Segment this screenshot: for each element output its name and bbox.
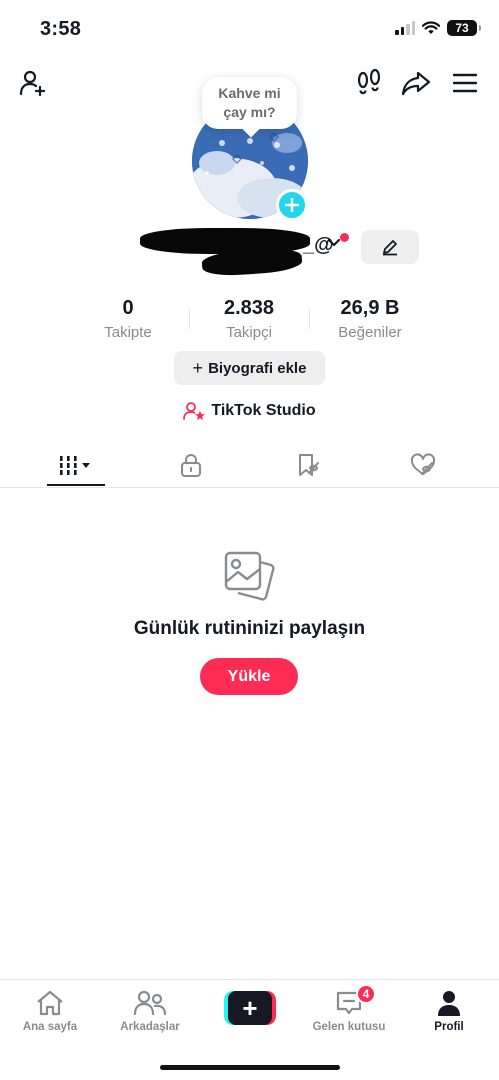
edit-profile-button[interactable]: [361, 230, 419, 264]
plus-glyph: +: [192, 357, 204, 378]
notification-dot: [340, 233, 349, 242]
create-button[interactable]: +: [224, 991, 276, 1025]
create-plus-icon: +: [228, 991, 272, 1025]
add-bio-label: Biyografi ekle: [208, 359, 307, 377]
followers-count: 2.838: [223, 297, 275, 319]
nav-inbox-label: Gelen kutusu: [312, 1021, 386, 1033]
menu-button[interactable]: [448, 66, 482, 100]
nav-profile[interactable]: Profil: [399, 988, 499, 1033]
pencil-icon: [383, 240, 397, 256]
hamburger-icon: [452, 73, 478, 93]
wifi-icon: [422, 21, 440, 34]
tiktok-studio-link[interactable]: TikTok Studio: [0, 401, 499, 421]
lock-icon: [181, 454, 201, 477]
plus-icon: [285, 198, 299, 212]
share-icon: [401, 71, 431, 96]
tab-saved[interactable]: [278, 444, 338, 486]
battery-icon: 73: [447, 20, 481, 36]
status-time: 3:58: [40, 18, 82, 40]
content-tabs: [0, 444, 499, 488]
note-bubble[interactable]: Kahve mi çay mı?: [202, 77, 297, 129]
nav-friends-label: Arkadaşlar: [120, 1021, 180, 1033]
share-profile-button[interactable]: [399, 66, 433, 100]
nav-friends[interactable]: Arkadaşlar: [100, 988, 200, 1033]
stat-divider: [189, 309, 190, 329]
profile-views-button[interactable]: [352, 66, 386, 100]
active-tab-indicator: [47, 484, 105, 486]
followers-stat[interactable]: 2.838 Takipçi: [204, 297, 294, 341]
profile-icon: [438, 991, 460, 1016]
liked-icon: [410, 453, 436, 475]
nav-home-label: Ana sayfa: [22, 1021, 78, 1033]
status-icons: 73: [395, 20, 481, 36]
chevron-down-icon: [327, 238, 341, 247]
add-story-button[interactable]: [276, 189, 308, 221]
following-label: Takipte: [104, 324, 152, 341]
nav-profile-label: Profil: [434, 1021, 464, 1033]
home-indicator: [160, 1065, 340, 1070]
tab-liked[interactable]: [393, 444, 453, 486]
likes-stat[interactable]: 26,9 B Beğeniler: [323, 297, 417, 341]
nav-inbox[interactable]: Gelen kutusu: [299, 988, 399, 1033]
grid-icon: [60, 456, 90, 475]
upload-button[interactable]: Yükle: [200, 658, 298, 695]
empty-state-title: Günlük rutininizi paylaşın: [133, 618, 366, 639]
friends-icon: [133, 990, 167, 1016]
likes-count: 26,9 B: [340, 297, 400, 319]
bookmark-icon: [299, 454, 319, 476]
add-bio-button[interactable]: + Biyografi ekle: [174, 351, 325, 385]
footprints-icon: [357, 69, 381, 95]
signal-icon: [395, 21, 415, 35]
home-icon: [37, 990, 63, 1016]
followers-label: Takipçi: [226, 324, 272, 341]
likes-label: Beğeniler: [338, 324, 402, 341]
photos-icon: [224, 551, 275, 601]
nav-home[interactable]: Ana sayfa: [0, 988, 100, 1033]
add-friend-button[interactable]: [16, 66, 50, 100]
following-count: 0: [122, 297, 134, 319]
stat-divider: [309, 309, 310, 329]
tab-private[interactable]: [161, 444, 221, 486]
tiktok-studio-label: TikTok Studio: [211, 402, 316, 419]
inbox-badge: 4: [356, 984, 376, 1004]
username-switcher[interactable]: _@: [140, 226, 350, 286]
add-person-icon: [19, 70, 46, 97]
tab-videos[interactable]: [46, 444, 106, 486]
profile-stats: 0 Takipte 2.838 Takipçi 26,9 B Beğeniler: [0, 297, 499, 343]
status-bar: 3:58 73: [0, 0, 499, 56]
note-text: Kahve mi çay mı?: [218, 85, 281, 120]
following-stat[interactable]: 0 Takipte: [88, 297, 168, 341]
studio-person-star-icon: [183, 402, 206, 421]
